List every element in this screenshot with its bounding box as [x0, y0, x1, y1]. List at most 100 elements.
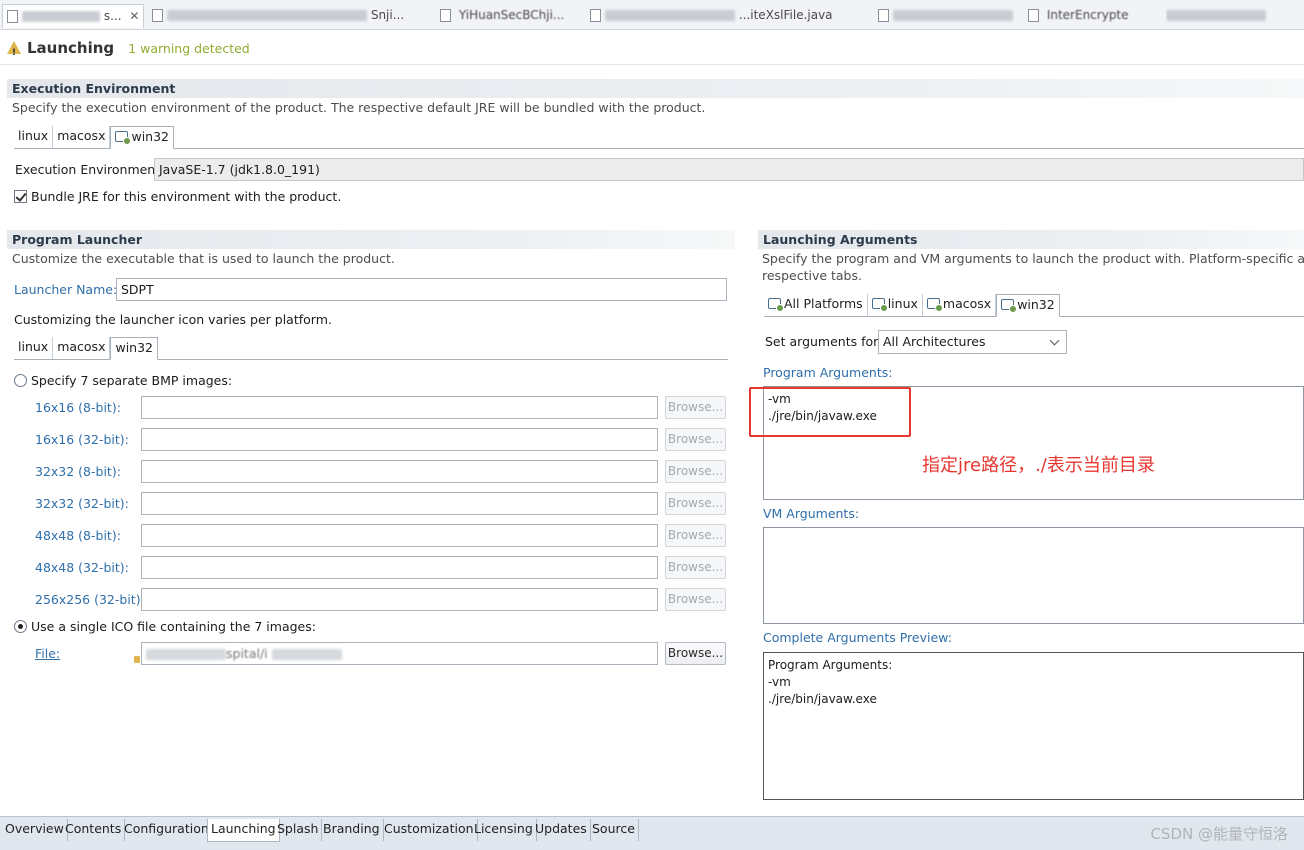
bmp-path-field[interactable]: [141, 588, 658, 611]
program-launcher-description: Customize the executable that is used to…: [12, 251, 395, 266]
execution-environment-platform-tabs: linux macosx win32: [14, 126, 1304, 149]
editor-tab[interactable]: InterEncrypte: [1028, 4, 1178, 28]
bundle-jre-checkbox[interactable]: [14, 190, 27, 203]
execution-environment-description: Specify the execution environment of the…: [12, 100, 706, 115]
section-header-launching-arguments[interactable]: Launching Arguments: [758, 230, 1304, 249]
bmp-images-radio[interactable]: [14, 374, 27, 387]
tab-linux[interactable]: linux: [868, 294, 923, 316]
page-tab-launching[interactable]: Launching: [207, 819, 280, 842]
tab-label: linux: [887, 296, 918, 311]
warning-icon: [7, 41, 21, 64]
page-tab-licensing[interactable]: Licensing: [471, 819, 537, 841]
file-link[interactable]: File:: [35, 646, 60, 661]
tab-all-platforms[interactable]: All Platforms: [764, 294, 868, 316]
bmp-size-label: 16x16 (8-bit):: [35, 400, 121, 415]
bmp-path-field[interactable]: [141, 524, 658, 547]
section-header-execution-environment[interactable]: Execution Environment: [7, 79, 1304, 98]
bmp-option-row[interactable]: Specify 7 separate BMP images:: [14, 373, 232, 388]
set-arguments-label: Set arguments for:: [765, 334, 883, 349]
bundle-jre-checkbox-row[interactable]: Bundle JRE for this environment with the…: [14, 189, 341, 204]
warning-message[interactable]: 1 warning detected: [128, 41, 250, 56]
blurred-tab-name: [167, 10, 367, 21]
execution-environment-label: Execution Environment:: [15, 162, 165, 177]
editor-page-tabs: Overview Contents Configuration Launchin…: [0, 816, 1304, 850]
platform-icon: [115, 131, 132, 145]
ico-file-field[interactable]: spital/i: [141, 642, 658, 665]
close-icon[interactable]: ✕: [129, 9, 139, 23]
ico-file-radio[interactable]: [14, 620, 27, 633]
page-tab-contents[interactable]: Contents: [62, 819, 126, 841]
editor-tab[interactable]: [878, 4, 1028, 28]
title-divider: [0, 64, 1304, 65]
java-file-icon: [590, 9, 601, 22]
editor-tab[interactable]: YiHuanSecBChji...: [440, 4, 572, 28]
tab-label: win32: [1017, 297, 1055, 312]
java-file-icon: [440, 9, 451, 22]
editor-tab-label: s...: [103, 9, 122, 23]
browse-button[interactable]: Browse...: [665, 428, 726, 451]
bmp-path-field[interactable]: [141, 556, 658, 579]
execution-environment-combo[interactable]: JavaSE-1.7 (jdk1.8.0_191): [154, 158, 1304, 181]
vm-arguments-textarea[interactable]: [763, 527, 1304, 624]
browse-button[interactable]: Browse...: [665, 396, 726, 419]
page-tab-overview[interactable]: Overview: [2, 819, 68, 841]
tab-win32[interactable]: win32: [996, 294, 1060, 317]
tab-label: macosx: [942, 296, 992, 311]
editor-tab-label: InterEncrypte: [1046, 8, 1129, 22]
page-tab-configuration[interactable]: Configuration: [121, 819, 213, 841]
chevron-down-icon: [1049, 335, 1060, 346]
launcher-name-field[interactable]: SDPT: [116, 278, 727, 301]
bmp-path-field[interactable]: [141, 396, 658, 419]
editor-tab[interactable]: [1166, 4, 1276, 28]
browse-ico-button[interactable]: Browse...: [665, 642, 726, 665]
tab-win32[interactable]: win32: [110, 337, 159, 360]
tab-win32[interactable]: win32: [110, 126, 175, 149]
blurred-path: [146, 649, 226, 660]
java-file-icon: [1028, 9, 1039, 22]
page-tab-customization[interactable]: Customization: [381, 819, 478, 841]
tab-linux[interactable]: linux: [14, 337, 54, 359]
tab-linux[interactable]: linux: [14, 126, 54, 148]
bmp-size-label: 32x32 (8-bit):: [35, 464, 121, 479]
bmp-size-label: 48x48 (8-bit):: [35, 528, 121, 543]
page-tab-splash[interactable]: Splash: [274, 819, 323, 841]
form-title-bar: Launching 1 warning detected: [7, 37, 250, 64]
bmp-path-field[interactable]: [141, 428, 658, 451]
ico-file-path-visible: spital/i: [226, 646, 268, 661]
launching-arguments-description: Specify the program and VM arguments to …: [762, 251, 1304, 266]
tab-macosx[interactable]: macosx: [53, 126, 111, 148]
manifest-file-icon: [7, 10, 18, 23]
editor-tab[interactable]: Snji...: [152, 4, 412, 28]
browse-button[interactable]: Browse...: [665, 492, 726, 515]
page-tab-source[interactable]: Source: [589, 819, 639, 841]
blurred-tab-name: [605, 10, 735, 21]
editor-tab[interactable]: ...iteXslFile.java: [590, 4, 860, 28]
section-header-program-launcher[interactable]: Program Launcher: [7, 230, 735, 249]
bmp-size-label: 32x32 (32-bit):: [35, 496, 129, 511]
blurred-tab-name: [22, 11, 100, 22]
arguments-preview-textarea[interactable]: Program Arguments: -vm ./jre/bin/javaw.e…: [763, 652, 1304, 800]
browse-button[interactable]: Browse...: [665, 556, 726, 579]
page-tab-branding[interactable]: Branding: [320, 819, 384, 841]
preview-label: Complete Arguments Preview:: [763, 630, 952, 645]
ico-option-label: Use a single ICO file containing the 7 i…: [31, 619, 316, 634]
editor-tab-label: ...iteXslFile.java: [738, 8, 833, 22]
blurred-tab-name: [893, 10, 1013, 21]
browse-button[interactable]: Browse...: [665, 588, 726, 611]
bmp-path-field[interactable]: [141, 460, 658, 483]
platform-icon: [871, 298, 888, 312]
tab-macosx[interactable]: macosx: [923, 294, 997, 316]
watermark: CSDN @能量守恒洛: [1150, 825, 1288, 843]
tab-macosx[interactable]: macosx: [53, 337, 111, 359]
platform-icon: [926, 298, 943, 312]
bmp-size-label: 48x48 (32-bit):: [35, 560, 129, 575]
launching-args-platform-tabs: All Platforms linux macosx win32: [764, 294, 1304, 317]
browse-button[interactable]: Browse...: [665, 460, 726, 483]
bmp-option-label: Specify 7 separate BMP images:: [31, 373, 233, 388]
bmp-path-field[interactable]: [141, 492, 658, 515]
browse-button[interactable]: Browse...: [665, 524, 726, 547]
architecture-select[interactable]: All Architectures: [878, 330, 1067, 354]
editor-tab-active[interactable]: s... ✕: [2, 4, 144, 28]
ico-option-row[interactable]: Use a single ICO file containing the 7 i…: [14, 619, 316, 634]
page-tab-updates[interactable]: Updates: [532, 819, 591, 841]
